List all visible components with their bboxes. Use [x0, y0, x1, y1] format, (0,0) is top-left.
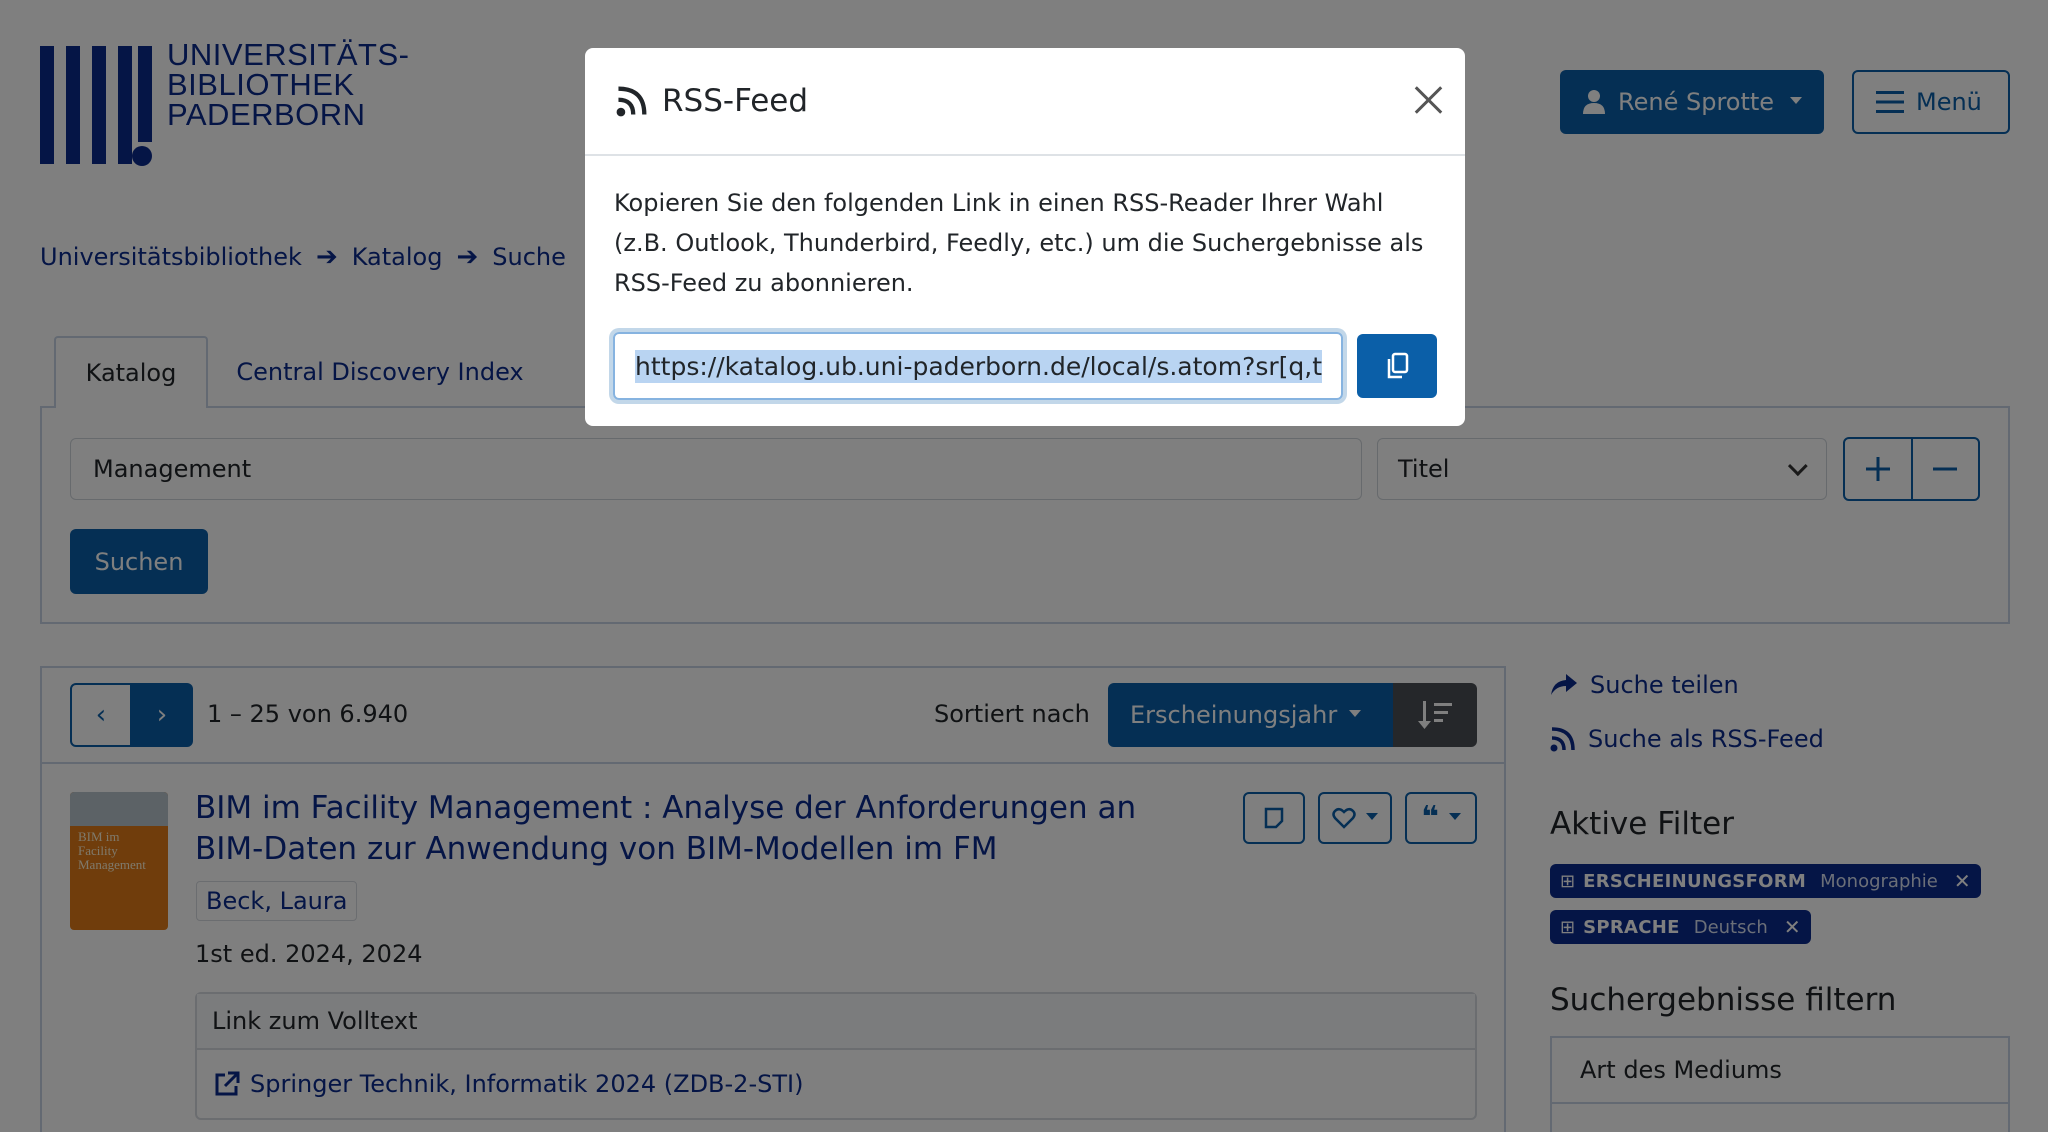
rss-url-value: https://katalog.ub.uni-paderborn.de/loca… — [635, 349, 1323, 383]
close-icon[interactable] — [1408, 80, 1448, 120]
copy-icon — [1387, 352, 1409, 379]
dialog-description: Kopieren Sie den folgenden Link in einen… — [614, 189, 1424, 297]
dialog-header: RSS-Feed — [585, 48, 1465, 156]
rss-icon — [616, 86, 647, 117]
rss-url-field[interactable]: https://katalog.ub.uni-paderborn.de/loca… — [613, 332, 1343, 400]
copy-url-button[interactable] — [1357, 334, 1437, 398]
rss-feed-dialog: RSS-Feed Kopieren Sie den folgenden Link… — [585, 48, 1465, 426]
dialog-title: RSS-Feed — [662, 83, 809, 119]
